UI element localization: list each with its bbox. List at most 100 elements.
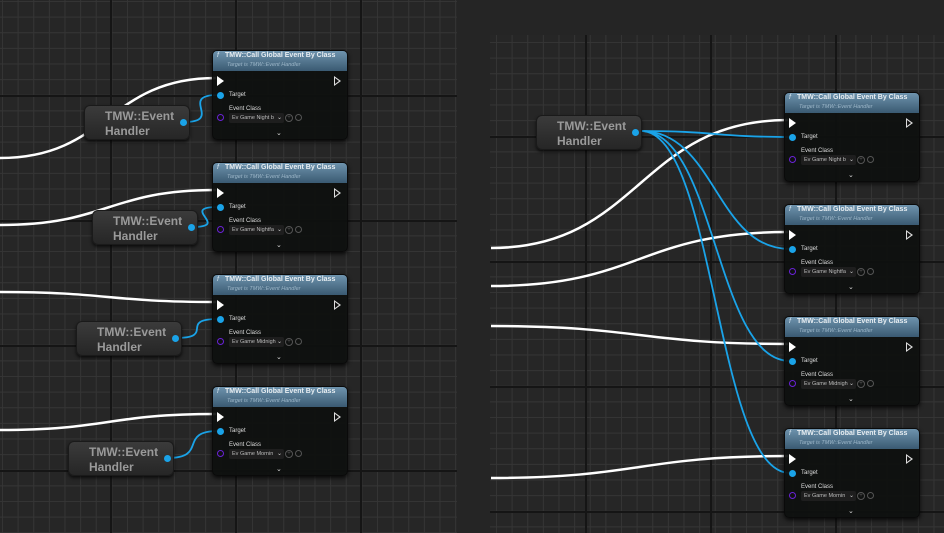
output-pin-icon[interactable] (172, 335, 179, 342)
exec-input-pin-icon[interactable] (789, 342, 796, 352)
exec-input-pin-icon[interactable] (217, 76, 224, 86)
exec-input-pin-icon[interactable] (217, 300, 224, 310)
call-global-event-node[interactable]: f TMW::Call Global Event By Class Target… (212, 162, 348, 252)
browse-asset-icon[interactable] (295, 114, 302, 121)
call-global-event-node[interactable]: f TMW::Call Global Event By Class Target… (784, 428, 920, 518)
exec-input-pin-icon[interactable] (789, 118, 796, 128)
target-pin-icon[interactable] (217, 204, 224, 211)
class-pin-icon[interactable] (789, 492, 796, 499)
expand-node-icon[interactable]: ⌄ (276, 465, 282, 473)
expand-node-icon[interactable]: ⌄ (848, 283, 854, 291)
call-global-event-node[interactable]: f TMW::Call Global Event By Class Target… (784, 204, 920, 294)
browse-asset-icon[interactable] (295, 338, 302, 345)
exec-output-pin-icon[interactable] (906, 342, 913, 352)
output-pin-icon[interactable] (180, 119, 187, 126)
browse-asset-icon[interactable] (867, 380, 874, 387)
function-icon: f (789, 430, 791, 437)
browse-asset-icon[interactable] (867, 492, 874, 499)
target-pin-icon[interactable] (789, 134, 796, 141)
browse-asset-icon[interactable] (867, 268, 874, 275)
class-pin-icon[interactable] (789, 380, 796, 387)
exec-output-pin-icon[interactable] (906, 118, 913, 128)
expand-node-icon[interactable]: ⌄ (848, 395, 854, 403)
target-label: Target (801, 358, 818, 364)
exec-input-pin-icon[interactable] (217, 412, 224, 422)
event-class-dropdown[interactable]: Ev Game Night b ⌄ (229, 113, 284, 123)
node-header[interactable]: f TMW::Call Global Event By Class Target… (785, 93, 919, 113)
exec-output-pin-icon[interactable] (334, 412, 341, 422)
exec-output-pin-icon[interactable] (334, 300, 341, 310)
event-class-dropdown[interactable]: Ev Game Midnigh ⌄ (229, 337, 284, 347)
exec-input-pin-icon[interactable] (217, 188, 224, 198)
output-pin-icon[interactable] (632, 129, 639, 136)
browse-asset-icon[interactable] (867, 156, 874, 163)
call-global-event-node[interactable]: f TMW::Call Global Event By Class Target… (212, 274, 348, 364)
target-pin-icon[interactable] (217, 92, 224, 99)
use-selected-asset-icon[interactable]: + (285, 226, 293, 234)
use-selected-asset-icon[interactable]: + (857, 492, 865, 500)
use-selected-asset-icon[interactable]: + (285, 114, 293, 122)
output-pin-icon[interactable] (188, 224, 195, 231)
browse-asset-icon[interactable] (295, 450, 302, 457)
node-header[interactable]: f TMW::Call Global Event By Class Target… (213, 163, 347, 183)
browse-asset-icon[interactable] (295, 226, 302, 233)
node-header[interactable]: f TMW::Call Global Event By Class Target… (785, 205, 919, 225)
exec-input-pin-icon[interactable] (789, 454, 796, 464)
event-class-value: Ev Game Night b (804, 157, 846, 163)
node-header[interactable]: f TMW::Call Global Event By Class Target… (785, 317, 919, 337)
class-pin-icon[interactable] (789, 156, 796, 163)
event-class-dropdown[interactable]: Ev Game Mornin ⌄ (801, 491, 856, 501)
event-class-value: Ev Game Nightfa (804, 269, 846, 275)
event-handler-node[interactable]: TMW::Event Handler (68, 441, 174, 476)
node-subtitle: Target is TMW::Event Handler (799, 216, 873, 222)
call-global-event-node[interactable]: f TMW::Call Global Event By Class Target… (784, 92, 920, 182)
node-header[interactable]: f TMW::Call Global Event By Class Target… (785, 429, 919, 449)
expand-node-icon[interactable]: ⌄ (276, 353, 282, 361)
exec-output-pin-icon[interactable] (334, 188, 341, 198)
exec-output-pin-icon[interactable] (906, 230, 913, 240)
event-class-dropdown[interactable]: Ev Game Nightfa ⌄ (229, 225, 284, 235)
event-handler-node[interactable]: TMW::Event Handler (536, 115, 642, 150)
chevron-down-icon: ⌄ (848, 157, 854, 163)
event-class-dropdown[interactable]: Ev Game Midnigh ⌄ (801, 379, 856, 389)
target-pin-icon[interactable] (217, 316, 224, 323)
use-selected-asset-icon[interactable]: + (285, 338, 293, 346)
target-pin-icon[interactable] (789, 246, 796, 253)
target-pin-icon[interactable] (789, 358, 796, 365)
event-handler-node[interactable]: TMW::Event Handler (92, 210, 198, 245)
node-header[interactable]: f TMW::Call Global Event By Class Target… (213, 275, 347, 295)
use-selected-asset-icon[interactable]: + (857, 268, 865, 276)
node-subtitle: Target is TMW::Event Handler (227, 398, 301, 404)
target-pin-icon[interactable] (217, 428, 224, 435)
use-selected-asset-icon[interactable]: + (285, 450, 293, 458)
event-handler-node[interactable]: TMW::Event Handler (84, 105, 190, 140)
expand-node-icon[interactable]: ⌄ (276, 129, 282, 137)
class-pin-icon[interactable] (789, 268, 796, 275)
expand-node-icon[interactable]: ⌄ (848, 507, 854, 515)
call-global-event-node[interactable]: f TMW::Call Global Event By Class Target… (212, 386, 348, 476)
exec-output-pin-icon[interactable] (906, 454, 913, 464)
class-pin-icon[interactable] (217, 114, 224, 121)
expand-node-icon[interactable]: ⌄ (848, 171, 854, 179)
event-class-dropdown[interactable]: Ev Game Nightfa ⌄ (801, 267, 856, 277)
exec-output-pin-icon[interactable] (334, 76, 341, 86)
event-handler-label: TMW::Event Handler (113, 214, 183, 243)
exec-input-pin-icon[interactable] (789, 230, 796, 240)
target-pin-icon[interactable] (789, 470, 796, 477)
event-class-dropdown[interactable]: Ev Game Night b ⌄ (801, 155, 856, 165)
output-pin-icon[interactable] (164, 455, 171, 462)
call-global-event-node[interactable]: f TMW::Call Global Event By Class Target… (784, 316, 920, 406)
event-handler-label: TMW::Event Handler (97, 325, 167, 354)
target-label: Target (229, 204, 246, 210)
class-pin-icon[interactable] (217, 450, 224, 457)
use-selected-asset-icon[interactable]: + (857, 156, 865, 164)
expand-node-icon[interactable]: ⌄ (276, 241, 282, 249)
node-header[interactable]: f TMW::Call Global Event By Class Target… (213, 387, 347, 407)
node-header[interactable]: f TMW::Call Global Event By Class Target… (213, 51, 347, 71)
event-handler-node[interactable]: TMW::Event Handler (76, 321, 182, 356)
class-pin-icon[interactable] (217, 338, 224, 345)
call-global-event-node[interactable]: f TMW::Call Global Event By Class Target… (212, 50, 348, 140)
use-selected-asset-icon[interactable]: + (857, 380, 865, 388)
class-pin-icon[interactable] (217, 226, 224, 233)
event-class-dropdown[interactable]: Ev Game Mornin ⌄ (229, 449, 284, 459)
